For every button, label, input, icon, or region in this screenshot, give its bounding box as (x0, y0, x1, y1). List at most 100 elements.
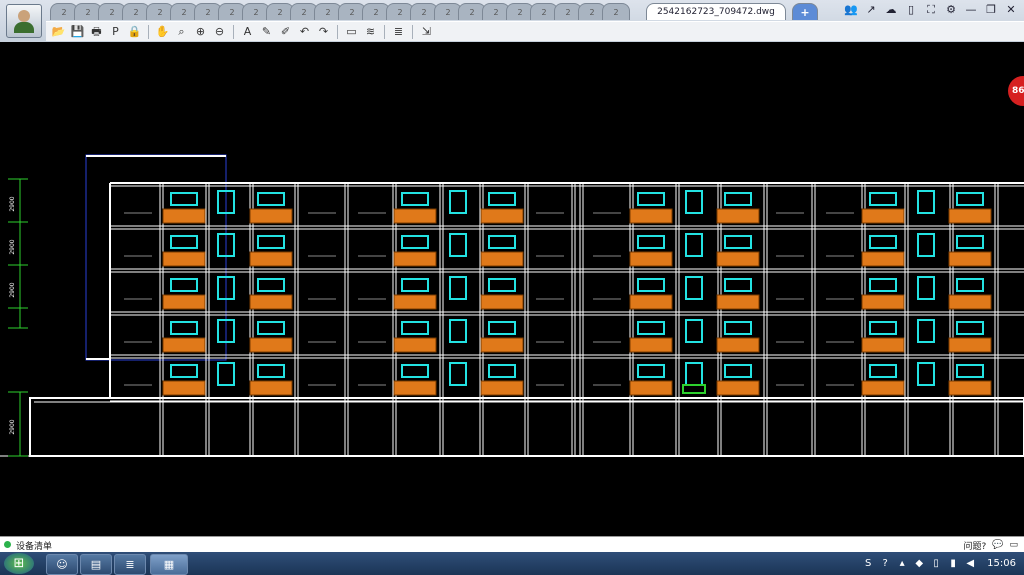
balcony-railing (393, 208, 437, 224)
minimize-button[interactable]: — (964, 3, 978, 17)
chat-icon[interactable]: 💬 (992, 540, 1003, 550)
user-icon[interactable]: 👥 (844, 3, 858, 17)
dimension-icon[interactable]: ≋ (362, 24, 379, 40)
taskbar-app-qq[interactable]: ☺ (46, 554, 78, 575)
save-icon[interactable]: 💾 (69, 24, 86, 40)
taskbar: ⊞ ☺ ▤ ≣ ▦ S ? ▴ ◆ ▯ ▮ ◀ 15:06 (0, 552, 1024, 575)
door-window (449, 276, 467, 300)
balcony-railing (249, 380, 293, 396)
pdf-icon[interactable]: P (107, 24, 124, 40)
dimension-label: 2900 (9, 196, 16, 211)
phone-icon[interactable]: ▯ (904, 3, 918, 17)
door-window (449, 362, 467, 386)
balcony-railing (948, 208, 992, 224)
ime-icon[interactable]: S (862, 558, 874, 570)
zoom-out-icon[interactable]: ⊖ (211, 24, 228, 40)
toolbar-separator (233, 24, 234, 39)
window-frame (257, 192, 285, 206)
window-frame (488, 364, 516, 378)
balcony-railing (716, 251, 760, 267)
window-frame (956, 364, 984, 378)
volume-icon[interactable]: ◀ (964, 558, 976, 570)
window-frame (869, 192, 897, 206)
window-frame (401, 192, 429, 206)
balcony-railing (861, 294, 905, 310)
door-window (449, 233, 467, 257)
undo-icon[interactable]: ↶ (296, 24, 313, 40)
window-frame (637, 192, 665, 206)
cloud-icon[interactable]: ☁ (884, 3, 898, 17)
settings-icon[interactable]: ⚙ (944, 3, 958, 17)
taskbar-app-dwg[interactable]: ▦ (150, 554, 188, 575)
door-window (917, 233, 935, 257)
print-icon[interactable]: 🖶 (88, 24, 105, 40)
balcony-railing (948, 294, 992, 310)
tray-expand-icon[interactable]: ▴ (896, 558, 908, 570)
equipment-list-label[interactable]: 设备清单 (16, 539, 52, 552)
window-frame (401, 364, 429, 378)
security-icon[interactable]: ◆ (913, 558, 925, 570)
taskbar-app-explorer[interactable]: ▤ (80, 554, 112, 575)
clock: 15:06 (987, 558, 1016, 569)
window-frame (637, 321, 665, 335)
window-frame (257, 235, 285, 249)
pencil-icon[interactable]: ✎ (258, 24, 275, 40)
zoom-window-icon[interactable]: ⌕ (173, 24, 190, 40)
open-icon[interactable]: 📂 (50, 24, 67, 40)
zoom-in-icon[interactable]: ⊕ (192, 24, 209, 40)
marker-icon[interactable]: ✐ (277, 24, 294, 40)
balcony-railing (162, 208, 206, 224)
taskbar-app-books[interactable]: ≣ (114, 554, 146, 575)
door-window (917, 276, 935, 300)
new-tab-button[interactable]: + (792, 3, 818, 20)
device-icon[interactable]: ▯ (930, 558, 942, 570)
door-window (449, 190, 467, 214)
balcony-railing (480, 294, 524, 310)
window-frame (724, 364, 752, 378)
restore-button[interactable]: ❐ (984, 3, 998, 17)
door-window (917, 362, 935, 386)
balcony-railing (629, 294, 673, 310)
window-frame (956, 321, 984, 335)
window-frame (637, 278, 665, 292)
lock-icon[interactable]: 🔒 (126, 24, 143, 40)
balcony-railing (162, 294, 206, 310)
main-toolbar: 📂 💾 🖶 P 🔒 ✋ ⌕ ⊕ ⊖ A ✎ ✐ ↶ ↷ ▭ ≋ ≣ ⇲ (46, 21, 1024, 41)
balcony-railing (861, 337, 905, 353)
redo-icon[interactable]: ↷ (315, 24, 332, 40)
avatar-head (18, 10, 30, 22)
text-icon[interactable]: A (239, 24, 256, 40)
balcony-railing (393, 251, 437, 267)
start-button[interactable]: ⊞ (4, 553, 34, 574)
elevation-drawing: 2900 2900 2900 2900 (0, 154, 1024, 457)
window-frame (956, 192, 984, 206)
balcony-railing (162, 380, 206, 396)
window-frame (401, 321, 429, 335)
drawing-canvas[interactable]: 2900 2900 2900 2900 (0, 42, 1024, 536)
layers-icon[interactable]: ≣ (390, 24, 407, 40)
user-avatar-button[interactable] (6, 4, 42, 38)
pan-icon[interactable]: ✋ (154, 24, 171, 40)
balcony-railing (861, 251, 905, 267)
window-frame (401, 278, 429, 292)
dimension-label: 2900 (9, 419, 16, 434)
balcony-railing (249, 337, 293, 353)
window-frame (488, 321, 516, 335)
active-document-tab[interactable]: 2542162723_709472.dwg (646, 3, 786, 20)
help-icon[interactable]: ? (879, 558, 891, 570)
close-button[interactable]: ✕ (1004, 3, 1018, 17)
measure-icon[interactable]: ▭ (343, 24, 360, 40)
window-frame (869, 364, 897, 378)
share-icon[interactable]: ↗ (864, 3, 878, 17)
expand-icon[interactable]: ▭ (1009, 540, 1018, 550)
network-icon[interactable]: ▮ (947, 558, 959, 570)
door-window (685, 190, 703, 214)
balcony-railing (716, 208, 760, 224)
balcony-railing (393, 337, 437, 353)
export-icon[interactable]: ⇲ (418, 24, 435, 40)
document-tab[interactable]: 2 (602, 3, 630, 20)
help-link[interactable]: 问题? (963, 539, 986, 552)
door-window (685, 319, 703, 343)
window-frame (724, 192, 752, 206)
fullscreen-icon[interactable]: ⛶ (924, 3, 938, 17)
